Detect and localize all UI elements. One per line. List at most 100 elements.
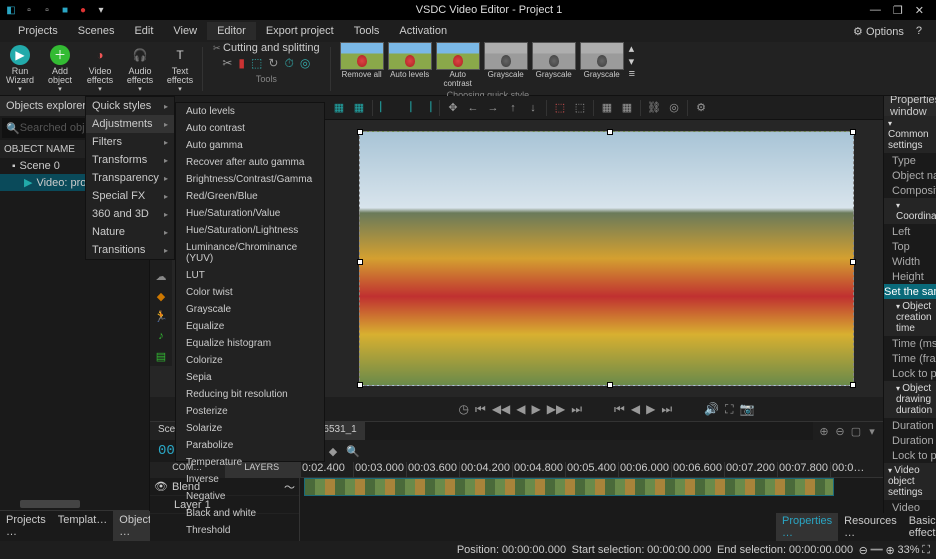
tb-target-icon[interactable]: ◎ (665, 99, 683, 117)
sm2-item[interactable]: Color twist (176, 284, 324, 301)
vt-cloud-icon[interactable]: ☁ (153, 270, 169, 286)
sm2-item[interactable]: Hue/Saturation/Lightness (176, 222, 324, 239)
qs-grayscale-1[interactable]: Grayscale (483, 42, 529, 88)
pb-skip-f-icon[interactable]: ⏭ (661, 402, 672, 417)
tb-stack-icon[interactable]: ▦ (350, 99, 368, 117)
sec-common[interactable]: Common settings (884, 116, 936, 153)
eye-icon[interactable]: 👁 (154, 480, 168, 493)
tl-drop-icon[interactable]: ▾ (865, 425, 879, 438)
tb-grid2-icon[interactable]: ▦ (618, 99, 636, 117)
tl-del-icon[interactable]: ⊖ (833, 425, 847, 438)
tb-crop2-icon[interactable]: ⬚ (571, 99, 589, 117)
sm2-item[interactable]: Luminance/Chrominance (YUV) (176, 239, 324, 267)
sec-vidset[interactable]: Video object settings (884, 463, 936, 500)
sm-transforms[interactable]: Transforms (86, 151, 174, 169)
pb-next2-icon[interactable]: ▶ (646, 402, 655, 416)
tool-speed-icon[interactable]: ⏱ (284, 56, 293, 71)
vt-shape-icon[interactable]: ◆ (153, 290, 169, 306)
menu-activation[interactable]: Activation (389, 22, 457, 40)
sm2-item[interactable]: Auto contrast (176, 120, 324, 137)
menu-edit[interactable]: Edit (124, 22, 163, 40)
pb-vol-icon[interactable]: 🔊 (704, 402, 719, 416)
sm2-item[interactable]: Parabolize (176, 437, 324, 454)
sec-octime[interactable]: Object creation time (884, 299, 936, 336)
tb-gear-icon[interactable]: ⚙ (692, 99, 710, 117)
qs-auto-levels[interactable]: Auto levels (387, 42, 433, 88)
menu-projects[interactable]: Projects (8, 22, 68, 40)
tb-align-l-icon[interactable]: ⎸ (377, 99, 395, 117)
sm-special-fx[interactable]: Special FX (86, 187, 174, 205)
menu-view[interactable]: View (163, 22, 207, 40)
qs-auto-contrast[interactable]: Auto contrast (435, 42, 481, 88)
sm2-item[interactable]: Threshold (176, 522, 324, 539)
sm2-item[interactable]: Hue/Saturation/Value (176, 205, 324, 222)
audio-effects-button[interactable]: 🎧Audio effects (120, 42, 160, 96)
tl-key-icon[interactable]: ◆ (324, 442, 342, 460)
rt-effects[interactable]: Basic effect… (903, 513, 936, 541)
sm2-item[interactable]: Temperature (176, 454, 324, 471)
tool-rotate-icon[interactable]: ↻ (268, 56, 278, 70)
sm2-item[interactable]: Negative (176, 488, 324, 505)
sm-transparency[interactable]: Transparency (86, 169, 174, 187)
open-icon[interactable]: ▫ (40, 3, 54, 17)
sm2-item[interactable]: Equalize (176, 318, 324, 335)
vt-chart-icon[interactable]: ▤ (153, 350, 169, 366)
menu-scenes[interactable]: Scenes (68, 22, 125, 40)
tb-arrow-r-icon[interactable]: → (484, 99, 502, 117)
run-wizard-button[interactable]: ▶Run Wizard (0, 42, 40, 96)
pb-clock-icon[interactable]: ◷ (459, 402, 469, 416)
menu-export[interactable]: Export project (256, 22, 344, 40)
video-clip[interactable] (304, 478, 834, 496)
tb-move-icon[interactable]: ✥ (444, 99, 462, 117)
pb-fwd-icon[interactable]: ▶▶ (547, 402, 565, 416)
tb-arrow-d-icon[interactable]: ↓ (524, 99, 542, 117)
tb-arrow-l-icon[interactable]: ← (464, 99, 482, 117)
maximize-button[interactable]: ❐ (893, 4, 903, 17)
zoom-in-icon[interactable]: ⊕ (885, 544, 894, 557)
tool-crop-icon[interactable]: ⬚ (251, 56, 262, 70)
sm2-item[interactable]: Red/Green/Blue (176, 188, 324, 205)
tl-dup-icon[interactable]: ▢ (849, 425, 863, 438)
sm2-item[interactable]: Equalize histogram (176, 335, 324, 352)
tb-layer-icon[interactable]: ▦ (330, 99, 348, 117)
sm2-item[interactable]: Reducing bit resolution (176, 386, 324, 403)
menu-tools[interactable]: Tools (344, 22, 390, 40)
video-preview[interactable] (359, 131, 854, 386)
text-effects-button[interactable]: TText effects (160, 42, 200, 96)
sm-nature[interactable]: Nature (86, 223, 174, 241)
rt-properties[interactable]: Properties … (776, 513, 838, 541)
sm2-item[interactable]: Recover after auto gamma (176, 154, 324, 171)
video-effects-button[interactable]: ◑Video effects (80, 42, 120, 96)
sm2-item[interactable]: Auto levels (176, 103, 324, 120)
save-icon[interactable]: ■ (58, 3, 72, 17)
minimize-button[interactable]: — (870, 4, 881, 17)
pb-prev2-icon[interactable]: ◀ (631, 402, 640, 416)
qs-more-icon[interactable]: ≡ (629, 68, 635, 80)
sm-transitions[interactable]: Transitions (86, 241, 174, 259)
sm2-item[interactable]: Posterize (176, 403, 324, 420)
sm2-item[interactable]: Solarize (176, 420, 324, 437)
fit-icon[interactable]: ⛶ (922, 544, 930, 557)
sm2-item[interactable]: Auto gamma (176, 137, 324, 154)
sm-quick-styles[interactable]: Quick styles (86, 97, 174, 115)
tool-stab-icon[interactable]: ◎ (300, 56, 310, 70)
record-icon[interactable]: ● (76, 3, 90, 17)
new-icon[interactable]: ▫ (22, 3, 36, 17)
h-scroll[interactable] (0, 498, 149, 510)
tb-align-c-icon[interactable]: ⎹ (397, 99, 415, 117)
sm2-item[interactable]: Brightness/Contrast/Gamma (176, 171, 324, 188)
qs-down-icon[interactable]: ▾ (629, 55, 635, 68)
pb-back-icon[interactable]: ◀ (516, 402, 525, 416)
zoom-out-icon[interactable]: ⊖ (859, 544, 868, 557)
vt-person-icon[interactable]: 🏃 (153, 310, 169, 326)
tool-scissors-icon[interactable]: ✂ (222, 56, 232, 70)
tb-crop-icon[interactable]: ⬚ (551, 99, 569, 117)
options-button[interactable]: ⚙ Options (847, 22, 910, 41)
sm-adjustments[interactable]: Adjustments (86, 115, 174, 133)
sm2-item[interactable]: Black and white (176, 505, 324, 522)
tb-align-r-icon[interactable]: ⎹ (417, 99, 435, 117)
sec-coords[interactable]: Coordinates (884, 198, 936, 224)
pb-full-icon[interactable]: ⛶ (725, 402, 733, 417)
help-button[interactable]: ? (910, 22, 928, 40)
tb-arrow-u-icon[interactable]: ↑ (504, 99, 522, 117)
